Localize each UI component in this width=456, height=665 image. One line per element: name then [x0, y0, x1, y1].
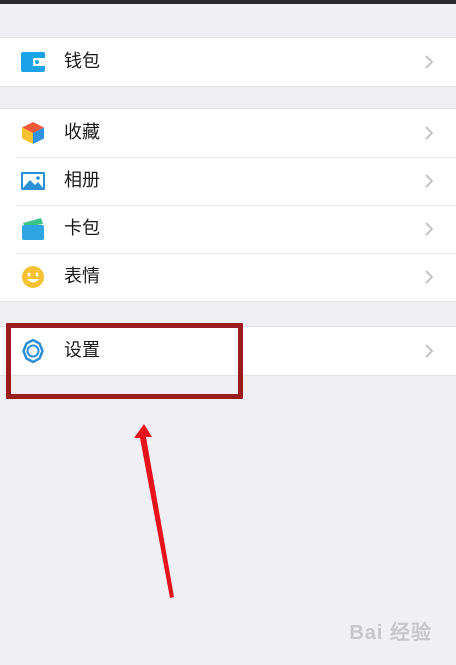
chevron-right-icon	[424, 54, 434, 70]
menu-item-card-pack[interactable]: 卡包	[0, 205, 456, 253]
watermark: Bai 经验	[349, 622, 432, 644]
menu-item-label: 卡包	[64, 218, 100, 239]
chevron-right-icon	[424, 173, 434, 189]
menu-item-wallet[interactable]: 钱包	[0, 38, 456, 86]
menu-item-album[interactable]: 相册	[0, 157, 456, 205]
status-bar	[0, 0, 456, 4]
card-icon	[20, 217, 46, 241]
cube-icon	[20, 121, 46, 145]
settings-group: 设置	[0, 326, 456, 376]
features-group: 收藏 相册 卡包 表情	[0, 108, 456, 302]
smiley-icon	[20, 265, 46, 289]
menu-item-label: 收藏	[64, 122, 100, 143]
chevron-right-icon	[424, 125, 434, 141]
menu-item-favorites[interactable]: 收藏	[0, 109, 456, 157]
chevron-right-icon	[424, 269, 434, 285]
menu-item-stickers[interactable]: 表情	[0, 253, 456, 301]
chevron-right-icon	[424, 343, 434, 359]
wallet-group: 钱包	[0, 37, 456, 87]
menu-item-label: 表情	[64, 266, 100, 287]
gear-icon	[20, 339, 46, 363]
wallet-icon	[20, 50, 46, 74]
menu-item-label: 设置	[64, 340, 100, 361]
menu-item-settings[interactable]: 设置	[0, 327, 456, 375]
picture-icon	[20, 169, 46, 193]
chevron-right-icon	[424, 221, 434, 237]
menu-item-label: 相册	[64, 170, 100, 191]
menu-item-label: 钱包	[64, 51, 100, 72]
